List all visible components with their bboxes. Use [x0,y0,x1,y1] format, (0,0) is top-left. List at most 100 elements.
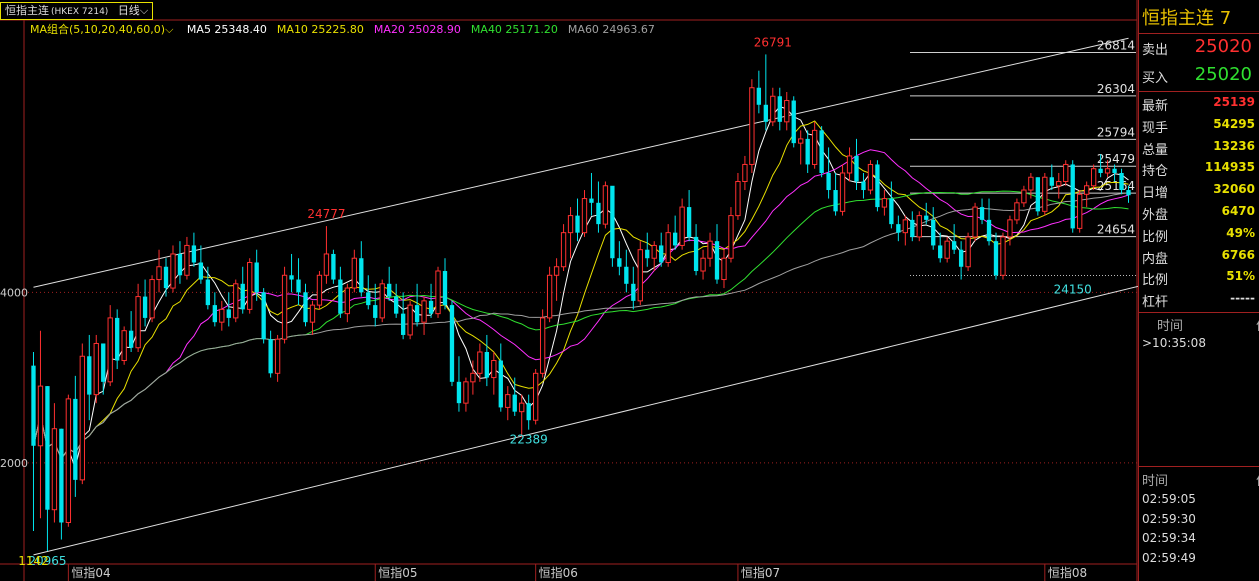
candle[interactable] [309,300,316,335]
candle[interactable] [296,258,301,306]
candle[interactable] [1084,181,1090,208]
candle[interactable] [707,232,713,267]
candle[interactable] [128,311,134,352]
candle[interactable] [79,343,85,485]
candle[interactable] [191,232,197,267]
candle[interactable] [73,375,78,497]
candle[interactable] [867,160,874,195]
candle[interactable] [331,249,336,284]
candle[interactable] [846,147,853,182]
trade-row[interactable]: 02:59:492515 [1139,549,1259,569]
candle[interactable] [177,241,183,284]
candle[interactable] [1007,215,1013,246]
candle[interactable] [539,309,546,378]
candle[interactable] [749,79,755,173]
candle[interactable] [839,164,846,216]
candle[interactable] [567,207,574,259]
trade-row[interactable]: 02:59:052515 [1139,490,1259,510]
candle[interactable] [1070,160,1075,233]
candle[interactable] [233,279,239,323]
candle[interactable] [581,190,588,237]
candle[interactable] [602,181,609,229]
candle[interactable] [135,283,141,352]
candle[interactable] [163,258,169,297]
candle[interactable] [798,130,804,165]
trade-row[interactable]: >10:35:082548 [1139,334,1259,354]
candle[interactable] [672,215,678,250]
candle[interactable] [972,202,978,242]
candle[interactable] [338,266,343,318]
candle[interactable] [875,160,880,212]
candle[interactable] [756,70,762,114]
candle[interactable] [149,275,155,323]
candle[interactable] [456,356,462,412]
candle[interactable] [323,226,330,284]
candle[interactable] [442,258,448,310]
candle[interactable] [449,300,455,387]
candle[interactable] [721,249,727,289]
candle[interactable] [37,330,44,519]
candle[interactable] [303,283,308,327]
candle[interactable] [289,253,294,293]
candle[interactable] [763,54,768,131]
candle[interactable] [59,428,64,540]
candle[interactable] [819,126,824,178]
candle[interactable] [51,403,58,523]
candle[interactable] [742,155,748,191]
candle[interactable] [351,249,357,293]
candle[interactable] [645,232,650,267]
candle[interactable] [575,198,580,242]
candle[interactable] [421,296,427,335]
candle[interactable] [519,394,525,438]
candle[interactable] [553,258,560,301]
candle[interactable] [546,266,553,323]
symbol-selector[interactable]: 恒指主连 (HKEX 7214) 日线⌵ [0,2,154,20]
candle[interactable] [993,232,999,280]
candle[interactable] [344,283,351,323]
candle[interactable] [811,121,818,169]
candle[interactable] [87,334,92,421]
candle[interactable] [261,288,266,344]
candle[interactable] [31,352,36,532]
candle[interactable] [491,352,497,395]
candle[interactable] [115,309,120,370]
candle[interactable] [142,279,148,327]
candle[interactable] [1021,185,1027,208]
candle[interactable] [596,181,601,233]
candle[interactable] [637,241,643,306]
candle[interactable] [784,92,790,131]
candle[interactable] [624,249,629,293]
candle[interactable] [268,330,273,378]
candle[interactable] [1056,172,1062,199]
candle[interactable] [617,241,622,276]
candle[interactable] [484,334,490,387]
candle[interactable] [435,266,441,318]
candle[interactable] [979,198,985,225]
candle[interactable] [931,207,936,250]
candle[interactable] [881,190,888,216]
candle[interactable] [833,172,838,216]
candle[interactable] [693,224,699,276]
candle[interactable] [910,211,915,242]
kline-chart[interactable]: 20004000 268142630425794254792516424654 … [0,0,1138,581]
candle[interactable] [777,87,782,131]
candle[interactable] [121,326,127,365]
candle[interactable] [902,215,908,246]
candle[interactable] [916,211,922,242]
candle[interactable] [735,172,741,220]
candle[interactable] [631,266,636,310]
candle[interactable] [1063,160,1069,186]
candle[interactable] [226,292,231,327]
candle[interactable] [498,343,503,412]
candle[interactable] [861,172,866,199]
candle[interactable] [610,185,615,267]
candle[interactable] [428,283,434,318]
candle[interactable] [101,343,106,395]
candle[interactable] [93,334,99,404]
candle[interactable] [1042,172,1048,216]
candle[interactable] [1000,232,1006,280]
candle[interactable] [65,394,72,527]
candle[interactable] [938,232,943,263]
candle[interactable] [686,190,692,242]
trade-row[interactable]: 02:59:302515 [1139,510,1259,530]
